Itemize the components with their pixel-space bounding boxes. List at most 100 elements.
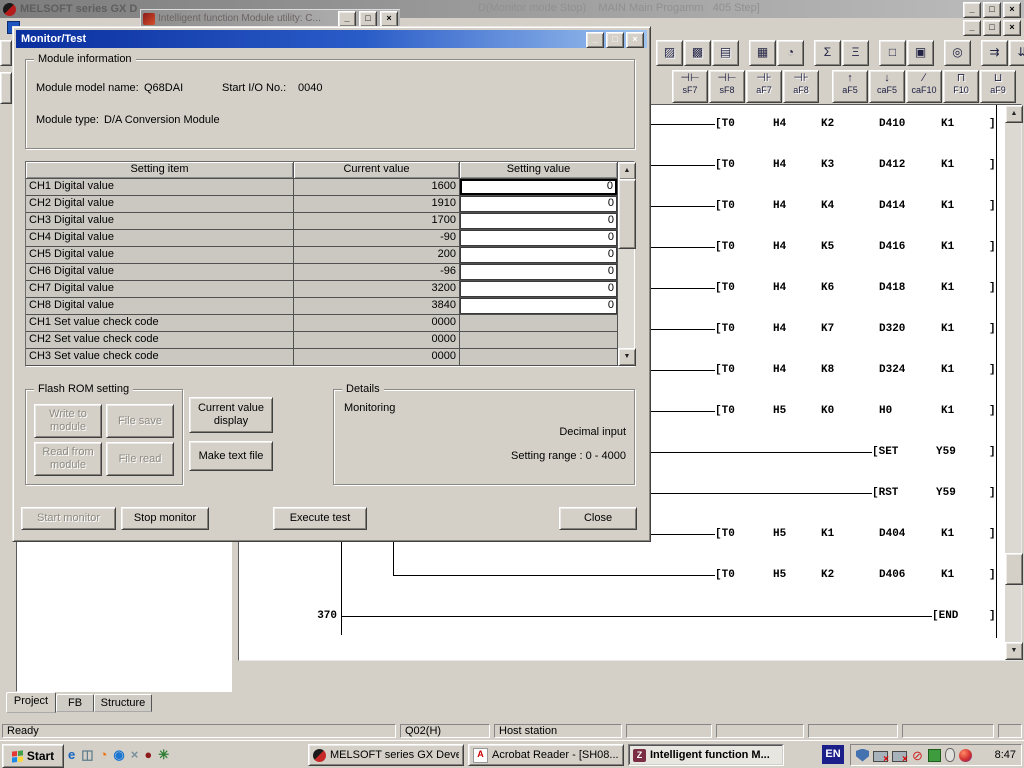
rung-instruction: K8 — [821, 362, 834, 378]
setting-item-cell: CH5 Digital value — [26, 247, 294, 264]
table-row: CH8 Digital value38400 — [26, 298, 634, 315]
make-text-file-button[interactable]: Make text file — [189, 441, 273, 471]
toolbar-window-cascade-button[interactable]: □ — [879, 40, 906, 66]
volume-blocked-icon[interactable]: ⊘ — [911, 749, 924, 762]
ladder-scrollbar[interactable]: ▲ ▼ — [1005, 105, 1021, 660]
security-shield-icon[interactable] — [856, 749, 869, 762]
setting-value-input[interactable]: 0 — [460, 247, 617, 263]
stop-monitor-button[interactable]: Stop monitor — [121, 507, 209, 530]
scroll-thumb[interactable] — [1005, 553, 1023, 585]
aF9-symbol-icon: ⊔ — [981, 71, 1015, 85]
setting-value-input[interactable]: 0 — [460, 196, 617, 212]
dialog-close-button[interactable]: × — [626, 32, 644, 48]
start-button[interactable]: Start — [2, 744, 64, 768]
setting-value-input[interactable]: 0 — [460, 179, 617, 195]
quicktime-icon[interactable]: × — [131, 746, 139, 764]
rung-instruction: ] — [989, 567, 996, 583]
scheduler-icon[interactable]: ◔ — [100, 746, 108, 764]
status-ready: Ready — [2, 724, 396, 738]
setting-value-cell: 0 — [460, 281, 618, 298]
table-header-item: Setting item — [26, 162, 294, 179]
mdi-close-button[interactable]: × — [1003, 20, 1021, 36]
table-scroll-thumb[interactable] — [618, 179, 636, 249]
execute-test-button[interactable]: Execute test — [273, 507, 367, 530]
toolbar-monitor-watch-button[interactable]: ◔ — [777, 40, 804, 66]
dialog-restore-button[interactable]: □ — [606, 32, 624, 48]
utility-close-button[interactable]: × — [380, 11, 398, 27]
toolbar-window-tile-button[interactable]: ▣ — [907, 40, 934, 66]
scroll-down-button[interactable]: ▼ — [1005, 642, 1023, 660]
package-manager-icon[interactable] — [928, 749, 941, 762]
toolbar-delete-rung-button[interactable]: ⇊ — [1009, 40, 1024, 66]
rung-instruction: K1 — [941, 362, 954, 378]
table-scrollbar[interactable]: ▲ ▼ — [618, 162, 634, 366]
ladder-tool-caF10-button[interactable]: ∕caF10 — [906, 70, 942, 103]
ladder-tool-caF5-button[interactable]: ↓caF5 — [869, 70, 905, 103]
ie-icon[interactable]: e — [68, 746, 75, 764]
rung-instruction: K1 — [941, 403, 954, 419]
module-model-name-label: Module model name: — [36, 82, 139, 94]
setting-value-cell: 0 — [460, 179, 618, 196]
ladder-tool-sF8-button[interactable]: ⊣⊢sF8 — [709, 70, 745, 103]
setting-value-input[interactable]: 0 — [460, 264, 617, 280]
ladder-tool-aF5-button[interactable]: ↑aF5 — [832, 70, 868, 103]
minimize-button[interactable]: _ — [963, 2, 981, 18]
media-ball-icon[interactable] — [959, 749, 972, 762]
close-dialog-button[interactable]: Close — [559, 507, 637, 530]
setting-value-input[interactable]: 0 — [460, 213, 617, 229]
tab-structure[interactable]: Structure — [94, 694, 152, 712]
msn-icon[interactable]: ✳ — [158, 746, 169, 764]
restore-button[interactable]: □ — [983, 2, 1001, 18]
setting-value-input[interactable]: 0 — [460, 230, 617, 246]
setting-value-input[interactable]: 0 — [460, 298, 617, 314]
tab-project[interactable]: Project — [6, 692, 56, 713]
mouse-settings-icon[interactable] — [945, 748, 955, 762]
mdi-restore-button[interactable]: □ — [983, 20, 1001, 36]
status-panel-empty — [902, 724, 994, 738]
realplayer-icon[interactable]: ● — [144, 746, 152, 764]
table-scroll-down-button[interactable]: ▼ — [618, 348, 636, 366]
toolbar-find-monitor-button[interactable]: ◎ — [944, 40, 971, 66]
file-read-button: File read — [106, 442, 174, 476]
setting-value-cell: 0 — [460, 247, 618, 264]
close-button[interactable]: × — [1003, 2, 1021, 18]
mdi-minimize-button[interactable]: _ — [963, 20, 981, 36]
scroll-up-button[interactable]: ▲ — [1005, 105, 1023, 123]
taskbar-task-2[interactable]: ZIntelligent function M... — [628, 744, 784, 766]
dialog-window-controls: _ □ × — [586, 32, 644, 48]
rung-instruction: D320 — [879, 321, 905, 337]
rung-instruction: H5 — [773, 403, 786, 419]
status-panel-empty — [808, 724, 898, 738]
toolbar-monitor-mode-button[interactable]: ▦ — [749, 40, 776, 66]
ladder-tool-sF7-button[interactable]: ⊣⊢sF7 — [672, 70, 708, 103]
table-scroll-up-button[interactable]: ▲ — [618, 162, 636, 180]
tab-fb[interactable]: FB — [56, 694, 94, 712]
taskbar-task-0[interactable]: MELSOFT series GX Deve... — [308, 744, 464, 766]
taskbar-task-1[interactable]: AAcrobat Reader - [SH08... — [468, 744, 624, 766]
aF5-symbol-icon: ↑ — [833, 71, 867, 85]
toolbar-device-batch-button[interactable]: Ξ — [842, 40, 869, 66]
utility-minimize-button[interactable]: _ — [338, 11, 356, 27]
details-status: Monitoring — [344, 402, 395, 414]
toolbar-device-test-button[interactable]: Σ — [814, 40, 841, 66]
desktop-icon[interactable]: ◫ — [81, 746, 93, 764]
aF7-key-label: aF7 — [747, 85, 781, 95]
setting-value-cell — [460, 332, 618, 349]
utility-restore-button[interactable]: □ — [359, 11, 377, 27]
media-player-icon[interactable]: ◉ — [113, 746, 124, 764]
network-offline-icon[interactable]: × — [873, 751, 888, 762]
current-value-display-button[interactable]: Current value display — [189, 397, 273, 433]
setting-value-cell — [460, 349, 618, 366]
rung-instruction: ] — [989, 280, 996, 296]
language-indicator[interactable]: EN — [822, 745, 844, 764]
lan-offline-icon[interactable]: × — [892, 751, 907, 762]
start-monitor-button: Start monitor — [21, 507, 116, 530]
setting-value-input[interactable]: 0 — [460, 281, 617, 297]
task-buttons: MELSOFT series GX Deve...AAcrobat Reader… — [308, 744, 784, 766]
utility-window-title-bar[interactable]: Intelligent function Module utility: C..… — [140, 9, 400, 27]
dialog-minimize-button[interactable]: _ — [586, 32, 604, 48]
dialog-title-bar[interactable]: Monitor/Test _ □ × — [16, 30, 647, 48]
setting-item-cell: CH3 Digital value — [26, 213, 294, 230]
toolbar-insert-rung-button[interactable]: ⇉ — [981, 40, 1008, 66]
rung-instruction: ] — [989, 526, 996, 542]
